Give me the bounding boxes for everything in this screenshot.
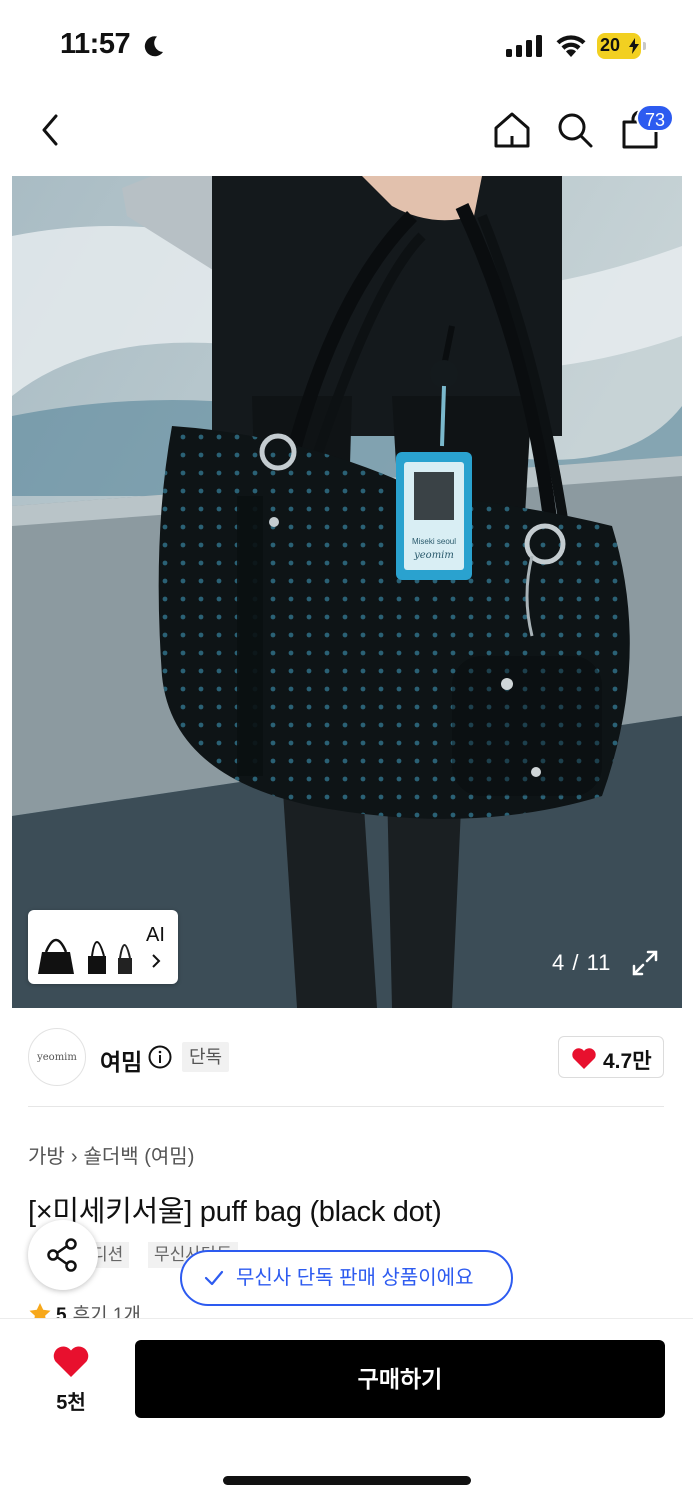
image-counter: 4 / 11 bbox=[552, 950, 612, 975]
check-icon bbox=[204, 1270, 224, 1286]
product-photo: Miseki seoul yeomim bbox=[12, 176, 682, 1008]
id-card-logo: yeomim bbox=[413, 550, 454, 561]
brand-like-button[interactable]: 4.7만 bbox=[558, 1036, 664, 1078]
product-title: [×미세키서울] puff bag (black dot) bbox=[28, 1196, 442, 1228]
battery-indicator: 20 bbox=[597, 33, 647, 59]
ai-similar-thumbnail-card[interactable] bbox=[28, 910, 178, 984]
expand-icon[interactable] bbox=[630, 948, 660, 978]
buy-button[interactable]: 구매하기 bbox=[135, 1340, 665, 1418]
divider bbox=[28, 1106, 664, 1107]
breadcrumb-category[interactable]: 가방 bbox=[28, 1146, 65, 1168]
wifi-icon bbox=[556, 35, 586, 57]
back-arrow-icon[interactable] bbox=[36, 112, 64, 148]
toast-text: 무신사 단독 판매 상품이에요 bbox=[236, 1267, 474, 1289]
exclusive-tag: 단독 bbox=[182, 1042, 230, 1072]
wishlist-count: 5천 bbox=[56, 1392, 86, 1414]
brand-logo[interactable]: yeomim bbox=[28, 1028, 86, 1086]
home-icon[interactable] bbox=[492, 110, 532, 150]
brand-name[interactable]: 여밈 bbox=[100, 1043, 142, 1077]
cart-count-badge: 73 bbox=[636, 104, 674, 132]
breadcrumb-subcategory[interactable]: 숄더백 (여밈) bbox=[83, 1146, 194, 1168]
top-navigation: 73 bbox=[0, 92, 693, 172]
status-bar: 11:57 20 bbox=[0, 0, 693, 92]
chevron-right-icon bbox=[152, 954, 161, 968]
info-icon[interactable] bbox=[148, 1045, 172, 1069]
cellular-signal-icon bbox=[506, 35, 542, 57]
search-icon[interactable] bbox=[556, 110, 594, 150]
heart-icon bbox=[572, 1048, 596, 1069]
wishlist-heart-icon[interactable] bbox=[52, 1344, 90, 1378]
brand-logo-text: yeomim bbox=[37, 1051, 77, 1063]
exclusive-toast: 무신사 단독 판매 상품이에요 bbox=[180, 1250, 513, 1306]
similar-bag-thumbnails bbox=[34, 918, 158, 976]
moon-icon bbox=[144, 36, 163, 57]
brand-like-count: 4.7만 bbox=[603, 1050, 652, 1073]
id-card-brand: Miseki seoul bbox=[412, 537, 456, 546]
charging-bolt-icon bbox=[629, 38, 639, 54]
status-time: 11:57 bbox=[60, 28, 131, 60]
battery-level: 20 bbox=[600, 35, 621, 55]
home-indicator[interactable] bbox=[223, 1476, 471, 1485]
ai-label: AI bbox=[146, 924, 165, 946]
share-button[interactable] bbox=[28, 1220, 98, 1290]
breadcrumb-separator: › bbox=[70, 1146, 78, 1168]
product-image[interactable]: Miseki seoul yeomim bbox=[12, 176, 682, 1008]
share-icon bbox=[47, 1238, 77, 1272]
breadcrumb: 가방 › 숄더백 (여밈) bbox=[28, 1140, 194, 1169]
